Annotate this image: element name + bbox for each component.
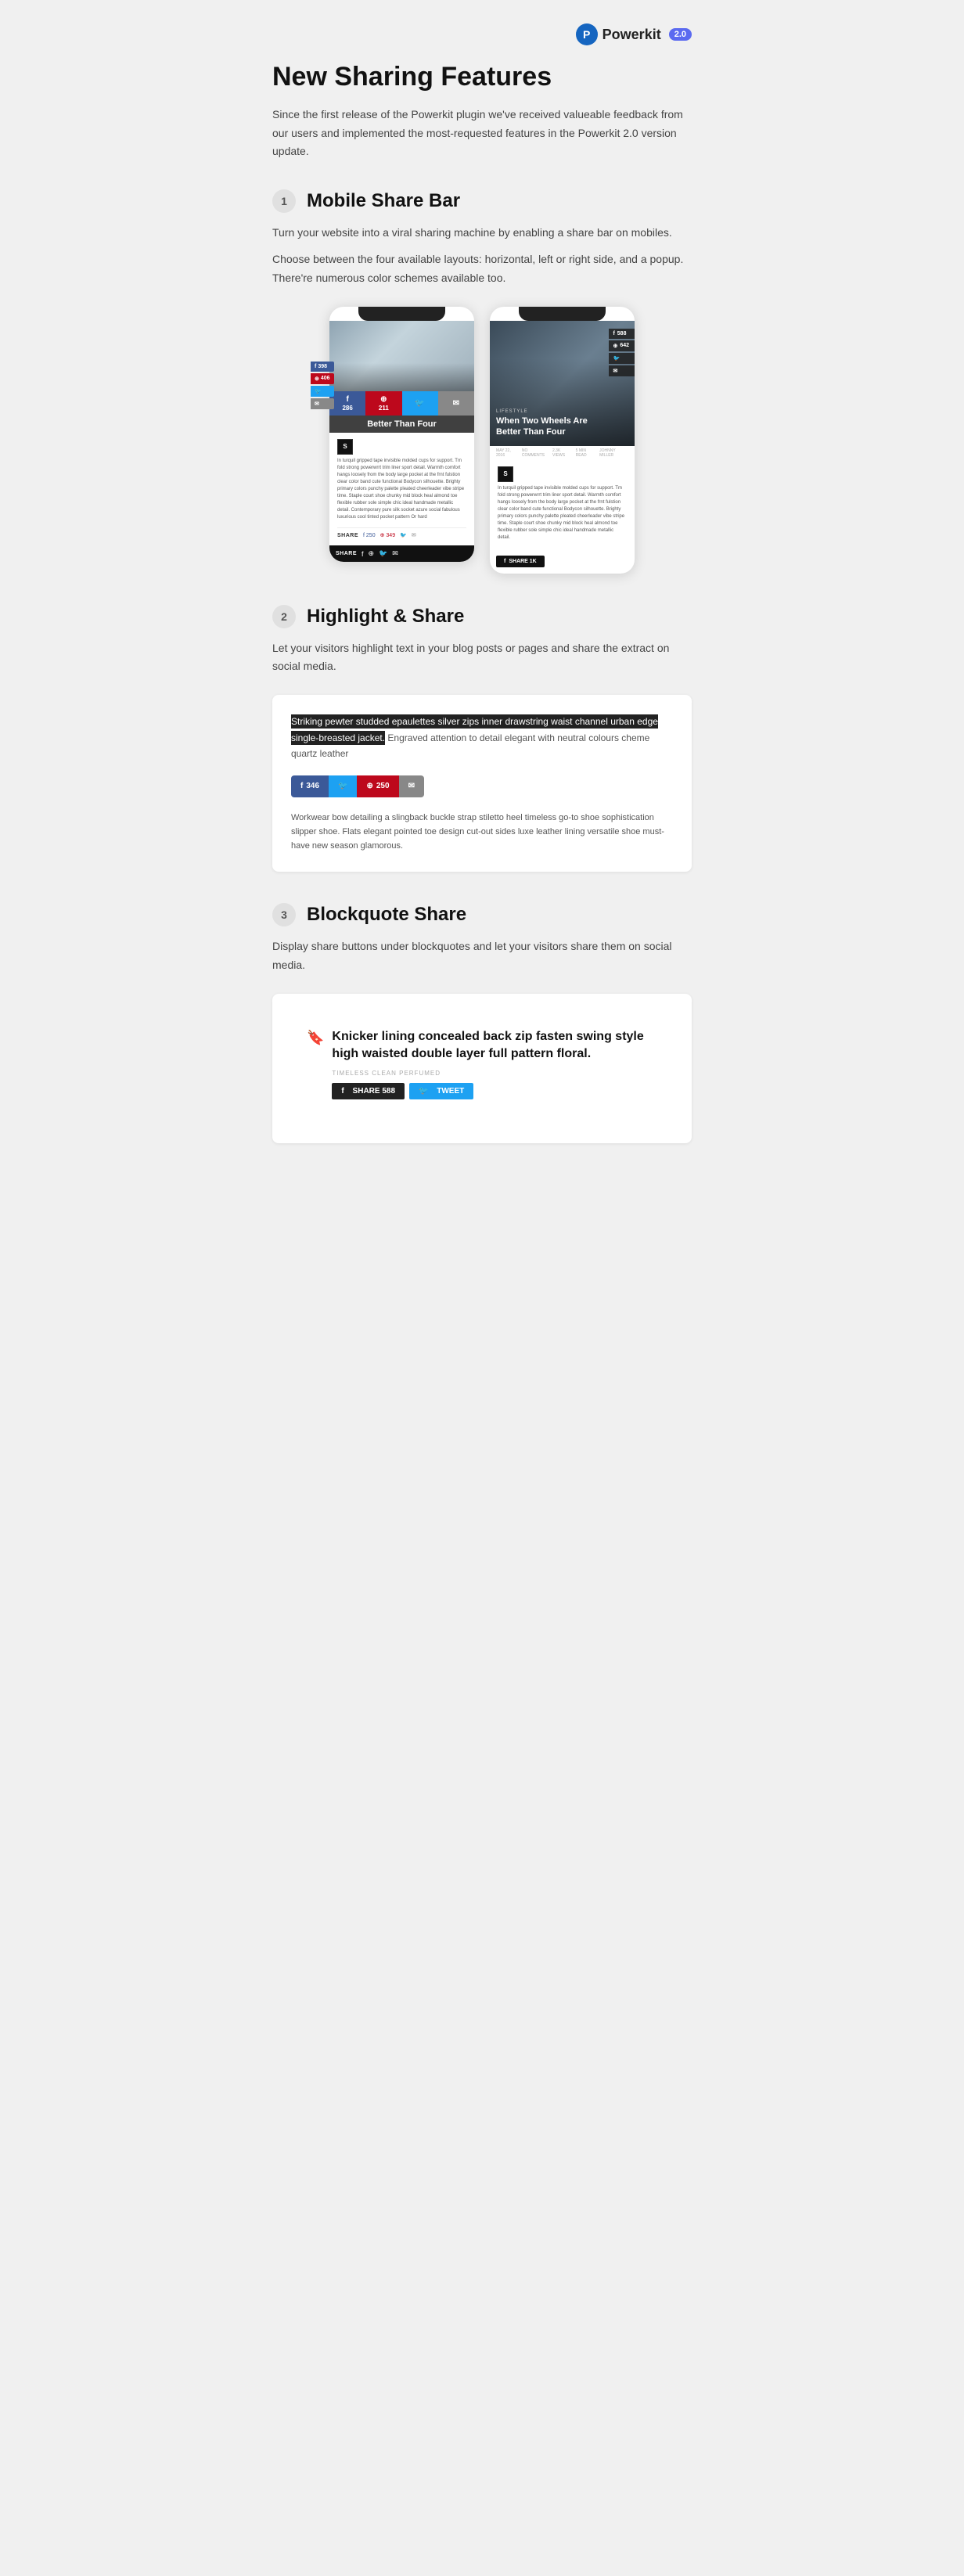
blockquote-share-twitter[interactable]: 🐦 TWEET bbox=[409, 1083, 473, 1099]
section-1-header: 1 Mobile Share Bar bbox=[272, 189, 692, 213]
section-2-title: Highlight & Share bbox=[307, 606, 464, 628]
phone-2-notch bbox=[519, 307, 606, 321]
phone-2-share-btn: fSHARE 1K bbox=[490, 552, 635, 574]
section-3-header: 3 Blockquote Share bbox=[272, 903, 692, 926]
section-1-title: Mobile Share Bar bbox=[307, 190, 460, 212]
highlight-demo: Striking pewter studded epaulettes silve… bbox=[291, 714, 673, 853]
mobile-demo-area: f398 ⊕406 🐦 ✉ bbox=[272, 307, 692, 574]
blockquote-share-facebook[interactable]: f SHARE 588 bbox=[332, 1083, 405, 1099]
overlay-title: When Two Wheels Are Better Than Four bbox=[496, 416, 603, 438]
section-2-header: 2 Highlight & Share bbox=[272, 605, 692, 628]
section-3-para: Display share buttons under blockquotes … bbox=[272, 937, 692, 975]
section-3-title: Blockquote Share bbox=[307, 904, 466, 926]
highlight-share-bar: f346 🐦 ⊕250 ✉ bbox=[291, 775, 424, 797]
section-3-number: 3 bbox=[272, 903, 296, 926]
blockquote-text: Knicker lining concealed back zip fasten… bbox=[332, 1028, 657, 1063]
page-title: New Sharing Features bbox=[272, 61, 692, 93]
left-sidebar-share: f398 ⊕406 🐦 ✉ bbox=[311, 362, 334, 409]
section-highlight-share: 2 Highlight & Share Let your visitors hi… bbox=[272, 605, 692, 872]
phone-1-notch bbox=[358, 307, 445, 321]
highlight-share-twitter[interactable]: 🐦 bbox=[329, 775, 357, 797]
powerkit-logo: P Powerkit 2.0 bbox=[576, 23, 692, 45]
phone-2-image: f588 ⊕642 🐦 ✉ LIFESTY bbox=[490, 321, 635, 446]
share-btn-twitter: 🐦 bbox=[402, 391, 438, 416]
section-mobile-share-bar: 1 Mobile Share Bar Turn your website int… bbox=[272, 189, 692, 573]
highlight-share-pinterest[interactable]: ⊕250 bbox=[357, 775, 398, 797]
phone-1-share-bar: f286 ⊕211 🐦 ✉ bbox=[329, 391, 474, 416]
share-btn-email: ✉ bbox=[438, 391, 474, 416]
blockquote-demo: 🔖 Knicker lining concealed back zip fast… bbox=[291, 1013, 673, 1124]
share-btn-pinterest: ⊕211 bbox=[365, 391, 401, 416]
phone-2-body: f588 ⊕642 🐦 ✉ LIFESTY bbox=[490, 307, 635, 574]
phone-2-content: S In turquil gripped tape invisible mold… bbox=[490, 460, 635, 552]
phone-2-meta: MAY 22, 2016NO COMMENTS2.3K VIEWS5 MIN R… bbox=[490, 446, 635, 460]
highlight-share-email[interactable]: ✉ bbox=[399, 775, 424, 797]
main-description: Since the first release of the Powerkit … bbox=[272, 106, 692, 161]
section-1-number: 1 bbox=[272, 189, 296, 213]
section-1-para-2: Choose between the four available layout… bbox=[272, 250, 692, 288]
powerkit-icon: P bbox=[576, 23, 598, 45]
phone-1-body: f286 ⊕211 🐦 ✉ Better Than Four bbox=[329, 307, 474, 563]
share-btn-facebook: f286 bbox=[329, 391, 365, 416]
phone-2-floating-bar: f588 ⊕642 🐦 ✉ bbox=[609, 329, 635, 376]
phone-2-overlay: LIFESTYLE When Two Wheels Are Better Tha… bbox=[496, 409, 603, 438]
lifestyle-tag: LIFESTYLE bbox=[496, 409, 603, 414]
phone-1-bottom-bar: SHARE f ⊕ 🐦 ✉ bbox=[329, 545, 474, 562]
phone-1-blog-title: Better Than Four bbox=[329, 416, 474, 433]
phone-mockup-2: f588 ⊕642 🐦 ✉ LIFESTY bbox=[490, 307, 635, 574]
version-badge: 2.0 bbox=[669, 28, 692, 41]
highlight-body-text: Workwear bow detailing a slingback buckl… bbox=[291, 811, 673, 853]
powerkit-name: Powerkit bbox=[602, 27, 661, 43]
blockquote-demo-container: 🔖 Knicker lining concealed back zip fast… bbox=[272, 994, 692, 1143]
section-1-para-1: Turn your website into a viral sharing m… bbox=[272, 224, 692, 243]
bookmark-icon: 🔖 bbox=[307, 1030, 324, 1046]
phone-mockup-1: f398 ⊕406 🐦 ✉ bbox=[329, 307, 474, 563]
blockquote-meta: TIMELESS CLEAN PERFUMED bbox=[332, 1070, 657, 1077]
section-2-number: 2 bbox=[272, 605, 296, 628]
highlight-demo-container: Striking pewter studded epaulettes silve… bbox=[272, 695, 692, 872]
phone-1-content: S In turquil gripped tape invisible mold… bbox=[329, 433, 474, 546]
highlight-share-facebook[interactable]: f346 bbox=[291, 775, 329, 797]
header: P Powerkit 2.0 bbox=[272, 23, 692, 45]
phone-1-image bbox=[329, 321, 474, 391]
section-2-para: Let your visitors highlight text in your… bbox=[272, 639, 692, 677]
section-blockquote-share: 3 Blockquote Share Display share buttons… bbox=[272, 903, 692, 1142]
blockquote-share-row: f SHARE 588 🐦 TWEET bbox=[332, 1083, 657, 1099]
blockquote-icon-row: 🔖 Knicker lining concealed back zip fast… bbox=[307, 1028, 657, 1099]
